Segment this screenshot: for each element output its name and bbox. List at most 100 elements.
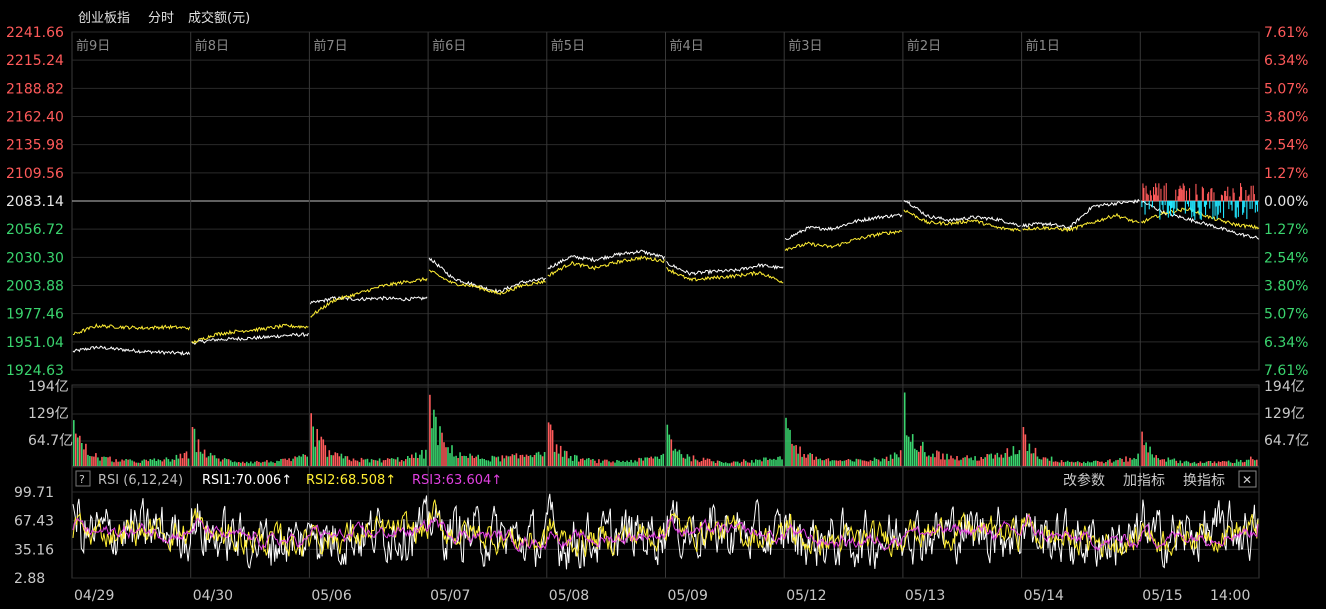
volume-bar — [481, 458, 483, 466]
swap-indicator-button[interactable]: 换指标 — [1183, 472, 1225, 489]
volume-bar — [950, 455, 952, 466]
tick-bar-up — [1154, 194, 1156, 201]
volume-bar — [1227, 460, 1230, 466]
volume-bar — [477, 454, 479, 466]
change-params-button[interactable]: 改参数 — [1063, 472, 1105, 489]
volume-bar — [93, 456, 95, 466]
tick-bar-down — [1162, 201, 1164, 210]
volume-bar — [753, 462, 755, 466]
price-tick-label: 2109.56 — [6, 166, 64, 182]
tick-bar-up — [1207, 193, 1209, 202]
volume-bar — [447, 447, 449, 466]
volume-bar — [749, 462, 751, 466]
volume-bar — [1066, 460, 1069, 466]
volume-bar — [1107, 460, 1109, 466]
mode-label[interactable]: 分时 — [148, 11, 174, 26]
volume-bar — [600, 462, 602, 466]
volume-bar — [413, 457, 415, 466]
tick-bar-down — [1198, 201, 1200, 214]
volume-bar — [509, 456, 512, 466]
rsi1-value: RSI1:70.006↑ — [202, 473, 292, 488]
rsi2-value: RSI2:68.508↑ — [306, 473, 396, 488]
price-tick-label: 2215.24 — [6, 53, 64, 69]
volume-bar — [266, 460, 268, 466]
volume-bar — [634, 460, 636, 466]
tick-bar-down — [1199, 201, 1201, 219]
intraday-chart[interactable]: 创业板指 分时 成交额(元) 2241.66 2215.24 2188.82 2162… — [0, 0, 1326, 609]
volume-bar — [636, 461, 638, 466]
volume-bar — [1060, 460, 1063, 466]
volume-bar — [1197, 463, 1200, 466]
volume-bar — [992, 458, 994, 466]
tick-bar-up — [1178, 188, 1180, 201]
volume-bar — [1247, 459, 1250, 466]
volume-bar — [87, 454, 89, 466]
volume-bar — [288, 458, 290, 466]
metric-label[interactable]: 成交额(元) — [188, 10, 250, 26]
volume-bar — [227, 459, 230, 466]
volume-bar — [485, 460, 487, 466]
volume-bar — [1167, 457, 1170, 466]
add-indicator-button[interactable]: 加指标 — [1123, 473, 1165, 489]
help-icon[interactable]: ? — [79, 473, 85, 486]
volume-bar — [620, 462, 622, 466]
volume-bar — [887, 461, 890, 466]
tick-bar-down — [1223, 201, 1225, 218]
volume-bar — [282, 458, 284, 466]
volume-bar — [296, 457, 298, 466]
tick-bar-down — [1216, 201, 1218, 219]
tick-bar-up — [1247, 195, 1249, 201]
close-icon[interactable]: ✕ — [1242, 473, 1252, 487]
volume-bar — [350, 461, 353, 466]
volume-bar — [972, 460, 974, 466]
volume-bar — [374, 460, 377, 466]
volume-bar — [469, 453, 471, 466]
volume-bar — [565, 451, 568, 466]
volume-bar — [1014, 454, 1017, 466]
volume-bar — [549, 424, 552, 466]
volume-bar — [1233, 462, 1236, 466]
volume-bar — [97, 457, 99, 466]
volume-bar — [252, 463, 254, 466]
volume-bar — [487, 460, 490, 466]
volume-bar — [521, 454, 524, 466]
volume-bar — [769, 458, 771, 466]
date-label: 04/29 — [74, 588, 114, 604]
volume-bar — [1252, 459, 1254, 466]
volume-bar — [95, 453, 97, 466]
volume-bar — [738, 463, 741, 466]
volume-bar — [262, 461, 264, 466]
volume-bar — [563, 450, 566, 466]
volume-bar — [1040, 459, 1043, 466]
tick-bar-up — [1179, 185, 1181, 202]
tick-bar-up — [1225, 190, 1227, 201]
volume-bar — [922, 441, 924, 466]
volume-bar — [1129, 457, 1131, 466]
volume-bar — [777, 456, 779, 466]
volume-bar — [1147, 452, 1149, 466]
volume-bar — [1072, 462, 1075, 466]
tick-bar-down — [1169, 201, 1171, 216]
volume-bar — [362, 459, 365, 466]
volume-bar — [863, 460, 866, 466]
volume-bar — [256, 460, 258, 466]
volume-bar — [254, 461, 256, 466]
price-tick-label: 2135.98 — [6, 138, 64, 154]
volume-bar — [113, 462, 115, 466]
volume-bar — [221, 459, 224, 466]
volume-bar — [151, 459, 154, 466]
volume-bar — [497, 456, 500, 466]
volume-bar — [831, 460, 834, 466]
volume-bar — [342, 458, 345, 466]
volume-bar — [370, 459, 373, 466]
price-tick-label: 2083.14 — [6, 194, 64, 210]
volume-bar — [105, 457, 107, 466]
volume-bar — [449, 453, 451, 466]
tick-bar-up — [1153, 187, 1155, 201]
volume-bar — [1016, 454, 1019, 466]
volume-bar — [1159, 459, 1161, 466]
volume-bar — [1151, 454, 1153, 466]
volume-bar — [724, 462, 727, 466]
tick-bar-down — [1230, 201, 1232, 205]
volume-bar — [231, 462, 234, 466]
